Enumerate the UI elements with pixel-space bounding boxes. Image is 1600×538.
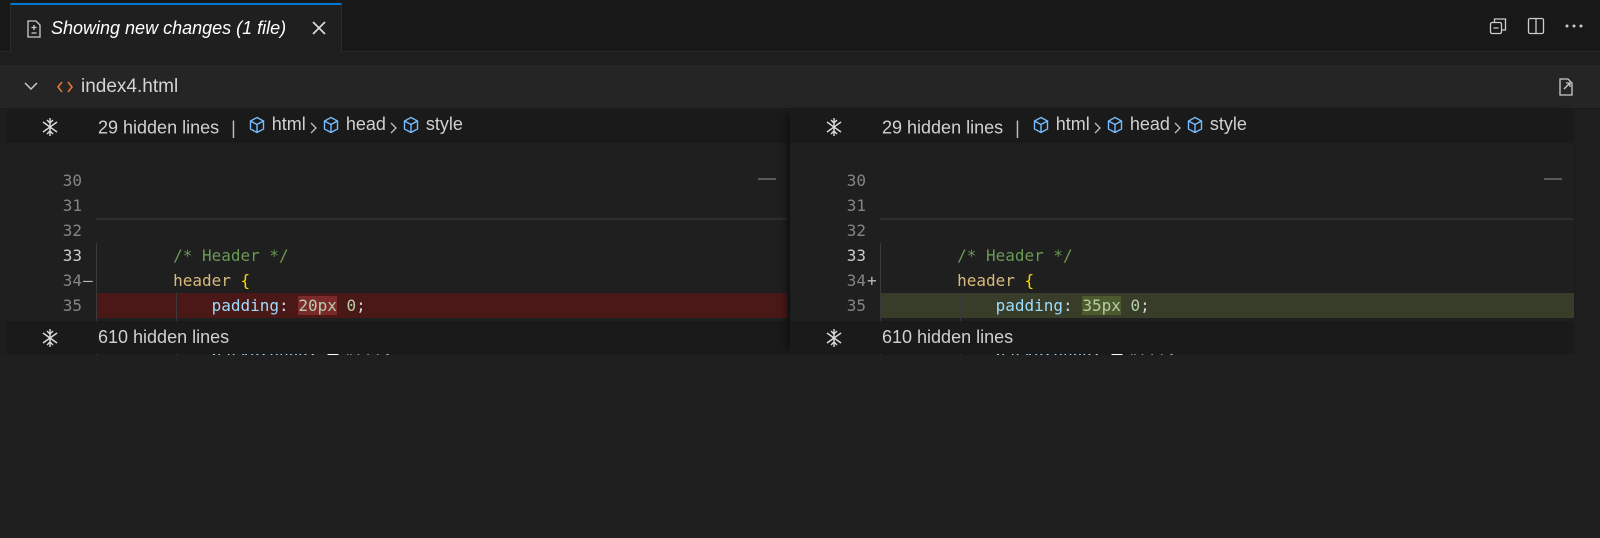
code-line: 32 header { <box>6 193 788 293</box>
file-name[interactable]: index4.html <box>81 76 178 98</box>
unfold-icon[interactable] <box>820 324 848 352</box>
diff-pane-original: 29 hidden lines | html head style 30 31 /* H… <box>6 110 788 393</box>
code-line-inserted: 33 + padding: 35px 0; <box>790 218 1574 318</box>
editor-empty-area <box>0 355 1600 538</box>
code-line: 36 } <box>790 293 1574 393</box>
unfold-icon[interactable] <box>36 113 64 141</box>
diff-pane-modified: 29 hidden lines | html head style 30 31 /* H… <box>790 110 1574 393</box>
hidden-lines-label: 29 hidden lines <box>882 117 1004 138</box>
tab-bar: Showing new changes (1 file) <box>0 0 1600 52</box>
chevron-right-icon <box>1174 122 1182 134</box>
chevron-right-icon <box>390 122 398 134</box>
chevron-right-icon <box>310 122 318 134</box>
unfold-icon[interactable] <box>36 324 64 352</box>
breadcrumb-head[interactable]: head <box>322 114 386 135</box>
breadcrumb-style[interactable]: style <box>402 114 463 135</box>
symbol-class-icon <box>1033 116 1048 134</box>
code-line: 35 background: #fff; <box>790 268 1574 368</box>
close-icon[interactable] <box>309 18 329 38</box>
restore-icon[interactable] <box>1486 14 1510 38</box>
hidden-lines-bottom[interactable]: 610 hidden lines <box>6 321 788 354</box>
code-line-deleted: 33 — padding: 20px 0; <box>6 218 788 318</box>
code-line: 30 <box>790 143 1574 220</box>
code-line: 30 <box>6 143 788 220</box>
breadcrumb-html[interactable]: html <box>248 114 306 135</box>
breadcrumb-html[interactable]: html <box>1032 114 1090 135</box>
hidden-lines-top[interactable]: 29 hidden lines | html head style <box>6 110 788 143</box>
symbol-class-icon <box>323 116 339 134</box>
hidden-lines-bottom[interactable]: 610 hidden lines <box>790 321 1574 354</box>
code-line: 36 } <box>6 293 788 393</box>
diff-file-icon <box>25 19 43 38</box>
code-area-original[interactable]: 30 31 /* Header */ 32 header { 33 — padd… <box>6 143 788 393</box>
breadcrumb-style[interactable]: style <box>1186 114 1247 135</box>
hidden-lines-label: 610 hidden lines <box>98 327 230 347</box>
code-line: 34 border-bottom: 1px solid #e0e0e0; <box>790 243 1574 343</box>
hidden-lines-top[interactable]: 29 hidden lines | html head style <box>790 110 1574 143</box>
code-line: 35 background: #fff; <box>6 268 788 368</box>
symbol-class-icon <box>1107 116 1123 134</box>
code-line: 34 border-bottom: 1px solid #e0e0e0; <box>6 243 788 343</box>
chevron-down-icon[interactable] <box>21 77 41 97</box>
chevron-right-icon <box>1094 122 1102 134</box>
editor-actions <box>1486 14 1586 38</box>
tab-title: Showing new changes (1 file) <box>51 18 287 38</box>
breadcrumb-head[interactable]: head <box>1106 114 1170 135</box>
tab-showing-changes[interactable]: Showing new changes (1 file) <box>10 3 342 52</box>
code-area-modified[interactable]: 30 31 /* Header */ 32 header { 33 + padd… <box>790 143 1574 393</box>
more-icon[interactable] <box>1562 14 1586 38</box>
hidden-lines-label: 610 hidden lines <box>882 327 1014 347</box>
code-line: 31 /* Header */ <box>790 168 1574 268</box>
split-editor-icon[interactable] <box>1524 14 1548 38</box>
html-file-icon <box>55 81 75 93</box>
symbol-class-icon <box>403 116 419 134</box>
file-header: index4.html <box>0 65 1600 109</box>
code-line: 31 /* Header */ <box>6 168 788 268</box>
code-line: 32 header { <box>790 193 1574 293</box>
unfold-icon[interactable] <box>820 113 848 141</box>
hidden-lines-label: 29 hidden lines <box>98 117 220 138</box>
open-file-icon[interactable] <box>1554 75 1578 99</box>
symbol-class-icon <box>1187 116 1203 134</box>
symbol-class-icon <box>249 116 264 134</box>
